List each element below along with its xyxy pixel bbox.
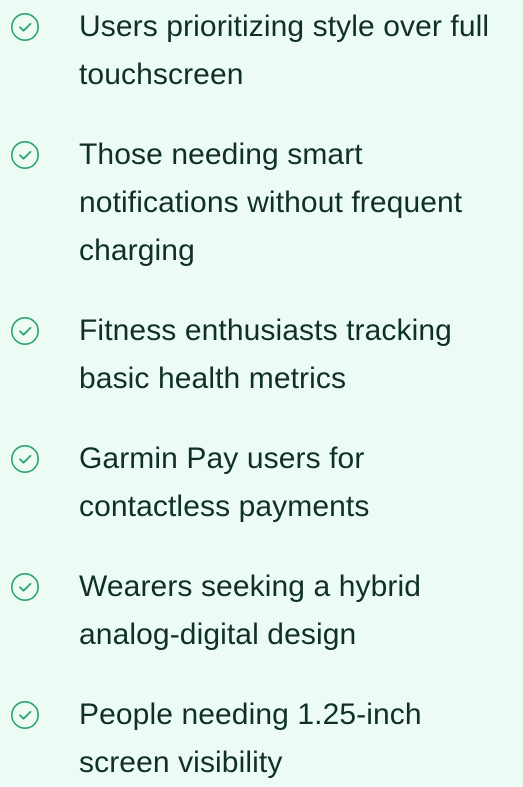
check-circle-icon — [10, 572, 40, 602]
feature-list: Users prioritizing style over full touch… — [0, 0, 523, 779]
list-item-label: Garmin Pay users for contactless payment… — [79, 442, 370, 523]
list-item-label: Fitness enthusiasts tracking basic healt… — [79, 314, 452, 395]
check-circle-icon — [10, 700, 40, 730]
list-item-label: Wearers seeking a hybrid analog-digital … — [79, 570, 422, 651]
list-item-label: Those needing smart notifications withou… — [79, 138, 463, 267]
check-circle-icon — [10, 316, 40, 346]
check-circle-icon — [10, 12, 40, 42]
check-circle-icon — [10, 140, 40, 170]
check-circle-icon — [10, 444, 40, 474]
list-item-label: Users prioritizing style over full touch… — [79, 10, 490, 91]
list-item-label: People needing 1.25-inch screen visibili… — [79, 698, 422, 779]
